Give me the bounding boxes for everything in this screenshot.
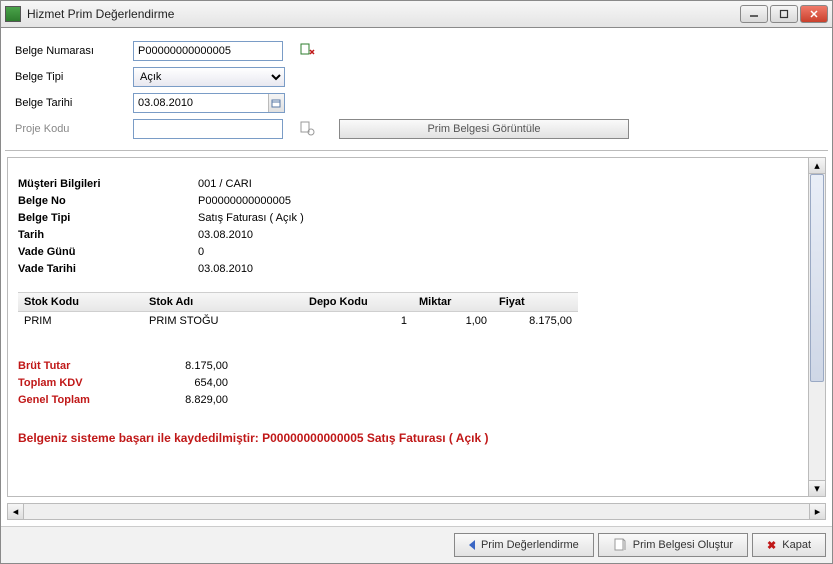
doc-date-label: Belge Tarihi — [15, 97, 133, 109]
prim-belgesi-olustur-label: Prim Belgesi Oluştur — [633, 539, 733, 551]
detail-panel: Müşteri Bilgileri001 / CARI Belge NoP000… — [7, 157, 809, 497]
kapat-button[interactable]: ✖ Kapat — [752, 533, 826, 557]
minimize-icon — [749, 9, 759, 19]
view-prime-doc-button[interactable]: Prim Belgesi Görüntüle — [339, 119, 629, 139]
info-date-value: 03.08.2010 — [198, 227, 253, 244]
lookup-icon — [300, 43, 316, 59]
success-message: Belgeniz sisteme başarı ile kaydedilmişt… — [18, 431, 798, 445]
gross-label: Brüt Tutar — [18, 358, 168, 375]
project-code-input[interactable] — [133, 119, 283, 139]
scroll-right-arrow[interactable]: ▸ — [809, 504, 825, 519]
arrow-left-icon — [469, 540, 475, 550]
kapat-label: Kapat — [782, 539, 811, 551]
cell-stock-code: PRIM — [18, 312, 143, 330]
info-docno-value: P00000000000005 — [198, 193, 291, 210]
vscroll-thumb[interactable] — [810, 174, 824, 382]
close-button[interactable] — [800, 5, 828, 23]
doc-date-picker-button[interactable] — [268, 94, 284, 112]
header-form: Belge Numarası Belge Tipi Açık Belge Tar… — [1, 28, 832, 150]
grand-value: 8.829,00 — [168, 392, 228, 409]
scroll-down-arrow[interactable]: ▾ — [809, 480, 825, 496]
vat-value: 654,00 — [168, 375, 228, 392]
doc-type-select[interactable]: Açık — [133, 67, 285, 87]
cell-stock-name: PRIM STOĞU — [143, 312, 303, 330]
scroll-left-arrow[interactable]: ◂ — [8, 504, 24, 519]
grid-row: PRIM PRIM STOĞU 1 1,00 8.175,00 — [18, 312, 578, 330]
col-warehouse: Depo Kodu — [303, 293, 413, 311]
col-stock-code: Stok Kodu — [18, 293, 143, 311]
totals-block: Brüt Tutar8.175,00 Toplam KDV654,00 Gene… — [18, 358, 798, 409]
maximize-button[interactable] — [770, 5, 798, 23]
doc-number-lookup-button[interactable] — [299, 42, 317, 60]
gross-value: 8.175,00 — [168, 358, 228, 375]
vertical-scrollbar[interactable]: ▴ ▾ — [809, 157, 826, 497]
vat-label: Toplam KDV — [18, 375, 168, 392]
doc-date-input[interactable] — [134, 96, 268, 110]
window-title: Hizmet Prim Değerlendirme — [27, 7, 740, 21]
minimize-button[interactable] — [740, 5, 768, 23]
info-duedate-value: 03.08.2010 — [198, 261, 253, 278]
calendar-icon — [271, 98, 281, 108]
cell-warehouse: 1 — [303, 312, 413, 330]
x-icon: ✖ — [767, 539, 776, 552]
document-icon — [613, 538, 627, 552]
hscroll-track[interactable] — [24, 504, 809, 519]
stock-grid: Stok Kodu Stok Adı Depo Kodu Miktar Fiya… — [18, 292, 578, 330]
info-duedate-label: Vade Tarihi — [18, 261, 198, 278]
view-prime-doc-label: Prim Belgesi Görüntüle — [427, 123, 540, 135]
doc-number-input[interactable] — [133, 41, 283, 61]
vscroll-track[interactable] — [809, 174, 825, 480]
col-stock-name: Stok Adı — [143, 293, 303, 311]
action-bar: Prim Değerlendirme Prim Belgesi Oluştur … — [1, 526, 832, 563]
grand-label: Genel Toplam — [18, 392, 168, 409]
col-price: Fiyat — [493, 293, 578, 311]
close-icon — [809, 9, 819, 19]
maximize-icon — [779, 9, 789, 19]
project-code-lookup-button[interactable] — [299, 120, 317, 138]
scroll-up-arrow[interactable]: ▴ — [809, 158, 825, 174]
doc-type-label: Belge Tipi — [15, 71, 133, 83]
info-docno-label: Belge No — [18, 193, 198, 210]
info-date-label: Tarih — [18, 227, 198, 244]
customer-value: 001 / CARI — [198, 176, 252, 193]
info-dueday-label: Vade Günü — [18, 244, 198, 261]
lookup-icon — [300, 121, 316, 137]
cell-qty: 1,00 — [413, 312, 493, 330]
app-icon — [5, 6, 21, 22]
info-doctype-label: Belge Tipi — [18, 210, 198, 227]
project-code-label: Proje Kodu — [15, 123, 133, 135]
prim-degerlendirme-button[interactable]: Prim Değerlendirme — [454, 533, 594, 557]
prim-belgesi-olustur-button[interactable]: Prim Belgesi Oluştur — [598, 533, 748, 557]
grid-header-row: Stok Kodu Stok Adı Depo Kodu Miktar Fiya… — [18, 292, 578, 312]
window-titlebar: Hizmet Prim Değerlendirme — [0, 0, 833, 28]
info-doctype-value: Satış Faturası ( Açık ) — [198, 210, 304, 227]
prim-degerlendirme-label: Prim Değerlendirme — [481, 539, 579, 551]
customer-label: Müşteri Bilgileri — [18, 176, 198, 193]
info-dueday-value: 0 — [198, 244, 204, 261]
col-qty: Miktar — [413, 293, 493, 311]
cell-price: 8.175,00 — [493, 312, 578, 330]
horizontal-scrollbar[interactable]: ◂ ▸ — [7, 503, 826, 520]
doc-number-label: Belge Numarası — [15, 45, 133, 57]
